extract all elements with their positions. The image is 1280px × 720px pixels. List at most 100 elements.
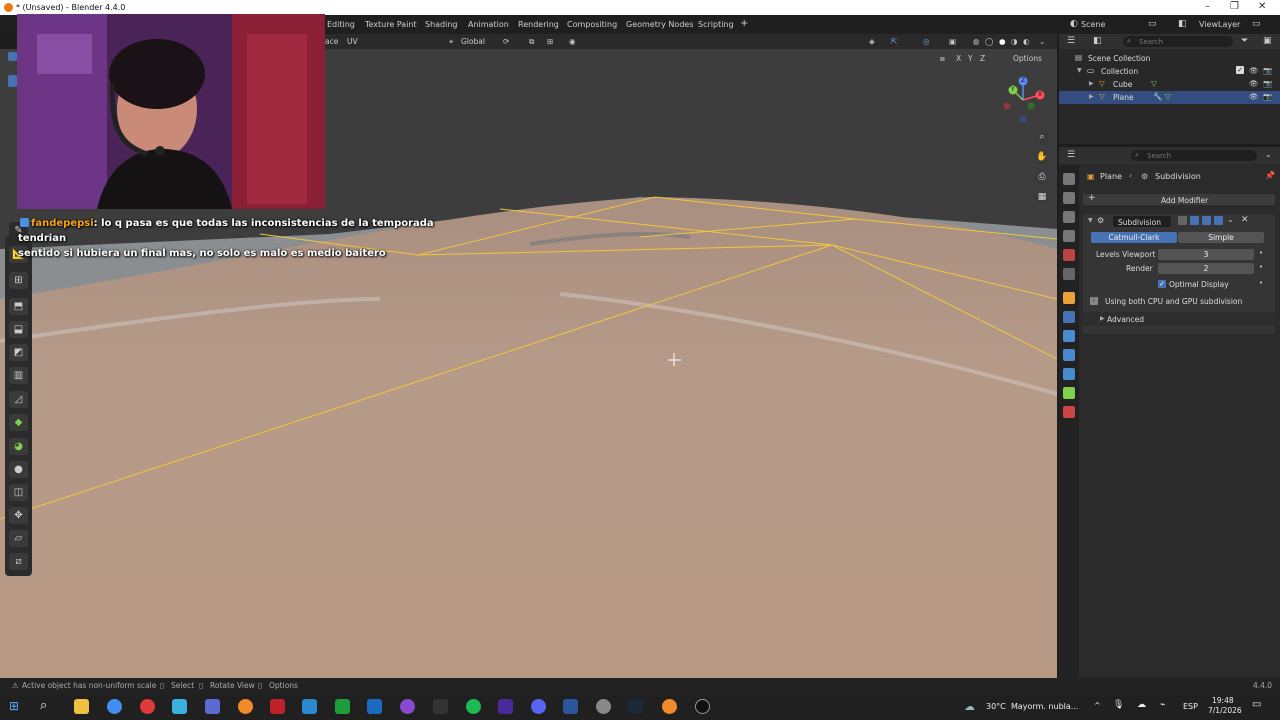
vscode-icon[interactable] <box>367 699 382 714</box>
visibility-icon[interactable]: ◈ <box>869 37 875 46</box>
render-tab-icon[interactable] <box>1063 192 1075 204</box>
expand-arrow-icon[interactable]: ▶ <box>1089 80 1094 87</box>
hide-in-viewport-icon[interactable]: 👁 <box>1249 66 1259 75</box>
uv-menu[interactable]: UV <box>347 37 358 46</box>
app-icon[interactable] <box>205 699 220 714</box>
disable-render-icon[interactable]: 📷 <box>1263 79 1272 88</box>
davinci-icon[interactable] <box>433 699 448 714</box>
microphone-icon[interactable]: 🎙 <box>1113 700 1124 710</box>
copy-scene-icon[interactable]: ▭ <box>1148 19 1157 29</box>
steam-icon[interactable] <box>628 699 643 714</box>
mode-menu-fragment[interactable]: ace <box>325 37 338 46</box>
rendered-shading-icon[interactable]: ◐ <box>1023 37 1030 46</box>
modifier-menu-icon[interactable]: ⌄ <box>1227 215 1234 224</box>
blender-running-icon[interactable] <box>662 699 677 714</box>
expand-arrow-icon[interactable]: ▶ <box>1089 93 1094 100</box>
spin-tool-icon[interactable]: ◕ <box>9 438 28 455</box>
catmull-clark-button[interactable]: Catmull-Clark <box>1091 232 1177 243</box>
windows-start-icon[interactable]: ⊞ <box>9 699 19 713</box>
bevel-tool-icon[interactable]: ◩ <box>9 344 28 361</box>
outliner-search-input[interactable]: ⌕ Search <box>1123 36 1233 47</box>
render-levels-field[interactable]: 2 <box>1158 263 1254 274</box>
outliner-editor-icon[interactable]: ☰ <box>1067 36 1075 46</box>
display-mode-icon[interactable]: ◧ <box>1093 36 1102 46</box>
axis-y-toggle[interactable]: Y <box>968 54 973 63</box>
material-tab-icon[interactable] <box>1063 406 1075 418</box>
word-icon[interactable] <box>563 699 578 714</box>
remove-modifier-icon[interactable]: ✕ <box>1241 215 1249 225</box>
solid-shading-icon[interactable]: ● <box>999 37 1006 46</box>
properties-search-input[interactable]: ⌕ Search <box>1131 150 1257 161</box>
new-collection-icon[interactable]: ▣ <box>1263 36 1272 46</box>
file-explorer-icon[interactable] <box>74 699 89 714</box>
breadcrumb-modifier[interactable]: Subdivision <box>1155 172 1201 181</box>
hide-in-viewport-icon[interactable]: 👁 <box>1249 92 1259 101</box>
language-indicator[interactable]: ESP <box>1183 702 1198 711</box>
blender-taskbar-icon[interactable] <box>238 699 253 714</box>
chrome-icon[interactable] <box>107 699 122 714</box>
scene-selector[interactable]: Scene <box>1081 20 1105 29</box>
pin-icon[interactable]: 📌 <box>1265 171 1275 180</box>
loop-cut-tool-icon[interactable]: ▥ <box>9 367 28 384</box>
scene-tab-icon[interactable] <box>1063 249 1075 261</box>
tab-editing[interactable]: Editing <box>327 20 355 29</box>
search-icon[interactable]: ⌕ <box>40 698 47 713</box>
world-tab-icon[interactable] <box>1063 268 1075 280</box>
tab-animation[interactable]: Animation <box>468 20 509 29</box>
tab-scripting[interactable]: Scripting <box>698 20 734 29</box>
object-tab-icon[interactable] <box>1063 292 1075 304</box>
usb-icon[interactable]: ⌁ <box>1160 700 1165 710</box>
tab-rendering[interactable]: Rendering <box>518 20 559 29</box>
orientation-selector[interactable]: Global <box>461 37 485 46</box>
constraints-tab-icon[interactable] <box>1063 368 1075 380</box>
add-modifier-button[interactable]: + Add Modifier <box>1083 193 1275 205</box>
edge-icon[interactable] <box>172 699 187 714</box>
weather-desc[interactable]: Mayorm. nubla... <box>1011 702 1078 711</box>
mirror-icon[interactable]: ⧈ <box>940 54 945 64</box>
data-tab-icon[interactable] <box>1063 387 1075 399</box>
tab-compositing[interactable]: Compositing <box>567 20 617 29</box>
close-window-button[interactable]: ✕ <box>1258 1 1266 12</box>
clock-date[interactable]: 7/1/2026 <box>1208 706 1242 715</box>
filter-icon[interactable]: ⏷ <box>1241 36 1248 46</box>
levels-viewport-field[interactable]: 3 <box>1158 249 1254 260</box>
select-mode-icon[interactable] <box>8 52 17 61</box>
axis-x-toggle[interactable]: X <box>956 54 961 63</box>
tab-texture-paint[interactable]: Texture Paint <box>365 20 417 29</box>
keyframe-dot-icon[interactable]: • <box>1259 263 1263 271</box>
app-icon[interactable] <box>400 699 415 714</box>
extrude-tool-icon[interactable]: ⬒ <box>9 298 28 315</box>
navigation-gizmo[interactable]: Z X Y <box>1003 75 1048 125</box>
snap-icon[interactable]: ⧉ <box>529 37 534 47</box>
photos-icon[interactable] <box>302 699 317 714</box>
shading-dropdown-icon[interactable]: ⌄ <box>1039 37 1045 46</box>
add-workspace-button[interactable]: + <box>740 18 748 29</box>
inset-tool-icon[interactable]: ⬓ <box>9 321 28 338</box>
viewport-toggle-icon[interactable] <box>1202 216 1211 225</box>
collection-exclude-checkbox[interactable]: ✓ <box>1236 66 1244 74</box>
keyframe-dot-icon[interactable]: • <box>1259 249 1263 257</box>
spotify-icon[interactable] <box>466 699 481 714</box>
xray-icon[interactable]: ▣ <box>949 37 956 46</box>
overlay-toggle-icon[interactable]: ◎ <box>923 37 930 46</box>
simple-button[interactable]: Simple <box>1178 232 1264 243</box>
optimal-display-checkbox[interactable]: ✓ <box>1158 280 1166 288</box>
pivot-icon[interactable]: ⟳ <box>503 37 509 46</box>
clock-time[interactable]: 19:48 <box>1212 696 1234 705</box>
pycharm-icon[interactable] <box>335 699 350 714</box>
axis-z-toggle[interactable]: Z <box>980 54 985 63</box>
poly-build-tool-icon[interactable]: ◆ <box>9 414 28 431</box>
obs-icon[interactable] <box>695 699 710 714</box>
notifications-icon[interactable]: ▭ <box>1252 699 1261 710</box>
expand-arrow-icon[interactable]: ▼ <box>1077 67 1082 74</box>
minimize-button[interactable]: – <box>1205 1 1210 12</box>
opera-icon[interactable] <box>140 699 155 714</box>
collapse-arrow-icon[interactable]: ▼ <box>1088 217 1093 224</box>
add-cube-tool-icon[interactable]: ⊞ <box>9 272 28 289</box>
outliner-row-collection[interactable]: ▼ ▭ Collection ✓ 👁 📷 <box>1059 65 1280 78</box>
cage-toggle-icon[interactable] <box>1190 216 1199 225</box>
snap-target-icon[interactable]: ⊞ <box>547 37 553 46</box>
smooth-tool-icon[interactable]: ● <box>9 461 28 478</box>
particles-tab-icon[interactable] <box>1063 330 1075 342</box>
media-app-icon[interactable] <box>270 699 285 714</box>
